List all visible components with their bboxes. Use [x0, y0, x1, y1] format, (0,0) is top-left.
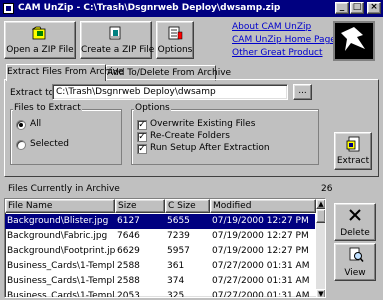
create-zip-label: Create a ZIP File [81, 45, 155, 55]
run-setup-label: Run Setup After Extraction [150, 143, 270, 153]
table-cell: 07/27/2000 01:31 AM [212, 276, 310, 286]
scroll-down-button[interactable]: ▼ [316, 289, 325, 297]
run-setup-checkbox[interactable]: ✓ [137, 144, 147, 154]
col-header-csize[interactable]: C Size [165, 199, 210, 213]
radio-selected-label: Selected [30, 139, 70, 149]
table-cell: Business_Cards\1-Template [7, 276, 115, 286]
recreate-folders-checkbox[interactable]: ✓ [137, 132, 147, 142]
table-cell: Business_Cards\1-Template [7, 291, 115, 298]
archive-label: Files Currently in Archive [8, 184, 120, 194]
about-link[interactable]: About CAM UnZip [232, 22, 311, 32]
table-cell: 7239 [167, 231, 190, 241]
radio-all-label: All [30, 119, 42, 129]
options-legend: Options [134, 103, 171, 113]
close-button[interactable]: × [367, 2, 381, 14]
table-row[interactable]: Background\Blister.jpg 6127 5655 07/19/2000… [5, 214, 315, 229]
overwrite-checkbox[interactable]: ✓ [137, 120, 147, 130]
col-header-modified[interactable]: Modified [210, 199, 316, 213]
table-cell: 2053 [117, 291, 140, 298]
table-cell: 7646 [117, 231, 140, 241]
scroll-thumb[interactable] [316, 209, 325, 223]
table-row[interactable]: Business_Cards\1-Template2053 325 07/27/20… [5, 289, 315, 298]
archive-file-list[interactable]: File Name Size C Size Modified Backgroun… [4, 198, 326, 298]
files-to-extract-group [10, 109, 122, 165]
view-button[interactable]: View [334, 243, 376, 281]
table-cell: 07/19/2000 12:27 PM [212, 216, 309, 226]
table-row[interactable]: Business_Cards\1-Template2588 361 07/27/20… [5, 259, 315, 274]
open-zip-label: Open a ZIP File [6, 45, 74, 55]
options-label: Options [157, 45, 193, 55]
tab-add-delete-label: Add To/Delete From Archive [107, 68, 232, 78]
table-cell: Background\Fabric.jpg [7, 231, 108, 241]
table-cell: 6629 [117, 246, 140, 256]
view-magnifier-icon [349, 247, 364, 262]
overwrite-label: Overwrite Existing Files [150, 119, 256, 129]
view-label: View [344, 268, 366, 278]
col-header-size[interactable]: Size [115, 199, 165, 213]
col-header-name[interactable]: File Name [5, 199, 115, 213]
table-row[interactable]: Background\Footprint.jpg 6629 5957 07/19/20… [5, 244, 315, 259]
list-scrollbar[interactable]: ▲ ▼ [316, 199, 325, 297]
extract-to-label: Extract to: [10, 88, 58, 98]
cam-logo-icon [341, 27, 365, 51]
extract-to-input[interactable]: C:\Trash\Dsgnrweb Deploy\dwsamp [52, 84, 288, 100]
scroll-up-button[interactable]: ▲ [316, 199, 325, 209]
table-row[interactable]: Business_Cards\1-Template2588 374 07/27/20… [5, 274, 315, 289]
table-cell: 07/27/2000 01:31 AM [212, 261, 310, 271]
table-cell: Background\Blister.jpg [7, 216, 109, 226]
table-cell: 07/19/2000 12:27 PM [212, 231, 309, 241]
options-button[interactable]: Options [156, 21, 194, 59]
new-archive-icon [109, 26, 121, 40]
delete-x-icon [349, 209, 361, 221]
maximize-button[interactable]: □ [350, 2, 364, 14]
delete-button[interactable]: Delete [334, 203, 376, 241]
other-product-link[interactable]: Other Great Product [232, 48, 323, 58]
delete-label: Delete [340, 228, 370, 238]
table-cell: 361 [167, 261, 185, 271]
title-bar[interactable]: CAM UnZip - C:\Trash\Dsgnrweb Deploy\dws… [0, 0, 383, 17]
table-cell: Business_Cards\1-Template [7, 261, 115, 271]
table-cell: 5957 [167, 246, 190, 256]
tab-extract[interactable]: Extract Files From Archive [6, 64, 124, 81]
table-row[interactable]: Background\Fabric.jpg 7646 7239 07/19/2000 … [5, 229, 315, 244]
extract-label: Extract [336, 156, 370, 166]
radio-all[interactable] [16, 120, 26, 130]
table-cell: 07/19/2000 12:27 PM [212, 246, 309, 256]
table-cell: 2588 [117, 276, 140, 286]
archive-count: 26 [321, 184, 333, 194]
open-folder-icon [32, 26, 46, 40]
home-page-link[interactable]: CAM UnZip Home Page [232, 35, 336, 45]
table-cell: 6127 [117, 216, 140, 226]
table-cell: 5655 [167, 216, 190, 226]
logo [333, 21, 375, 61]
open-zip-button[interactable]: Open a ZIP File [4, 21, 76, 59]
files-to-extract-legend: Files to Extract [13, 103, 82, 113]
window-title: CAM UnZip - C:\Trash\Dsgnrweb Deploy\dws… [18, 3, 281, 13]
table-cell: 07/27/2000 01:31 AM [212, 291, 310, 298]
table-cell: Background\Footprint.jpg [7, 246, 115, 256]
recreate-folders-label: Re-Create Folders [150, 131, 230, 141]
extract-icon [346, 136, 360, 152]
radio-selected[interactable] [16, 140, 26, 150]
options-icon [168, 26, 183, 40]
minimize-button[interactable]: _ [335, 2, 349, 14]
app-icon[interactable] [3, 3, 14, 14]
table-cell: 374 [167, 276, 185, 286]
table-cell: 2588 [117, 261, 140, 271]
extract-button[interactable]: Extract [334, 132, 372, 170]
tab-extract-label: Extract Files From Archive [7, 67, 124, 77]
create-zip-button[interactable]: Create a ZIP File [80, 21, 155, 59]
browse-button[interactable]: ... [293, 84, 312, 100]
table-cell: 325 [167, 291, 185, 298]
